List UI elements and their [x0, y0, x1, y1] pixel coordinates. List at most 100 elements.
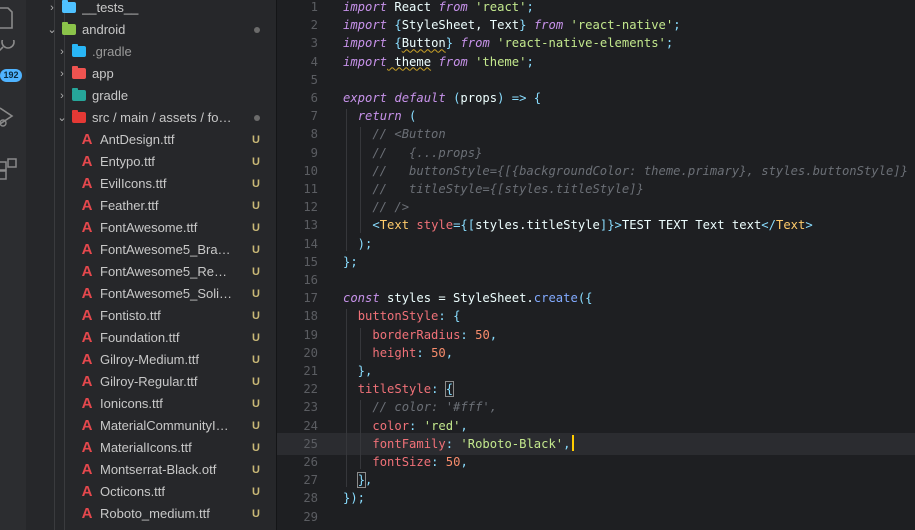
- code-token: // {...props}: [343, 145, 483, 160]
- files-icon[interactable]: [0, 6, 26, 32]
- code-token: ]}>: [599, 218, 622, 233]
- tree-folder[interactable]: ⌄ src / main / assets / fonts: [26, 107, 276, 129]
- font-file-icon: A: [81, 263, 93, 280]
- git-untracked-badge: U: [252, 310, 260, 322]
- tree-file[interactable]: A Gilroy-Regular.ttf U: [26, 371, 276, 393]
- code-token: {: [387, 18, 402, 33]
- code-editor[interactable]: 1 import React from 'react'; 2 import {Styl…: [277, 0, 915, 530]
- tree-file[interactable]: A Ionicons.ttf U: [26, 393, 276, 415]
- tree-folder[interactable]: › app: [26, 63, 276, 85]
- chevron-right-icon[interactable]: ›: [46, 0, 58, 19]
- tree-item-label: Fontisto.ttf: [100, 308, 161, 323]
- code-token: color: [372, 418, 410, 433]
- tree-file[interactable]: A EvilIcons.ttf U: [26, 173, 276, 195]
- source-control-icon[interactable]: 192: [0, 48, 26, 82]
- tree-file[interactable]: A Fontisto.ttf U: [26, 305, 276, 327]
- tree-file[interactable]: A Roboto_medium.ttf U: [26, 503, 276, 525]
- tree-folder[interactable]: › gradle: [26, 85, 276, 107]
- tree-file[interactable]: A FontAwesome5_Solid.ttf U: [26, 283, 276, 305]
- code-token: );: [343, 236, 373, 251]
- git-untracked-badge: U: [252, 266, 260, 278]
- git-untracked-badge: U: [252, 134, 260, 146]
- tree-item-label: Montserrat-Black.otf: [100, 462, 217, 477]
- code-token: import: [343, 36, 388, 51]
- folder-icon: [72, 66, 86, 79]
- tree-item-label: Gilroy-Medium.ttf: [100, 352, 199, 367]
- git-untracked-badge: U: [252, 354, 260, 366]
- code-token: styles = StyleSheet.: [379, 291, 534, 306]
- tree-file[interactable]: A Feather.ttf U: [26, 195, 276, 217]
- tree-item-label: .gradle: [92, 44, 132, 59]
- code-token: height: [372, 345, 417, 360]
- line-number: 29: [303, 509, 318, 524]
- indent-guide: [346, 309, 347, 488]
- tree-file[interactable]: A MaterialIcons.ttf U: [26, 437, 276, 459]
- tree-file[interactable]: A Montserrat-Black.otf U: [26, 459, 276, 481]
- code-token: borderRadius: [372, 327, 461, 342]
- code-token: };: [343, 254, 358, 269]
- code-token: from: [438, 0, 468, 14]
- code-token: // <Button: [343, 127, 446, 142]
- tree-file[interactable]: A AntDesign.ttf U: [26, 129, 276, 151]
- chevron-down-icon[interactable]: ⌄: [46, 19, 58, 41]
- modified-dot-icon: [254, 115, 260, 121]
- code-token: import: [343, 18, 388, 33]
- chevron-right-icon[interactable]: ›: [56, 63, 68, 85]
- code-line[interactable]: 29: [277, 506, 915, 528]
- code-token: StyleSheet, Text: [401, 18, 520, 33]
- code-token: export default: [343, 91, 446, 105]
- code-token: });: [343, 491, 366, 506]
- tree-item-label: MaterialIcons.ttf: [100, 440, 192, 455]
- chevron-right-icon[interactable]: ›: [56, 85, 68, 107]
- code-token: },: [343, 364, 373, 378]
- tree-file[interactable]: A Gilroy-Medium.ttf U: [26, 349, 276, 371]
- chevron-down-icon[interactable]: ⌄: [56, 107, 68, 129]
- code-token: 50: [445, 455, 461, 469]
- code-token: }: [445, 36, 461, 51]
- run-debug-icon[interactable]: [0, 106, 26, 132]
- git-untracked-badge: U: [252, 376, 260, 388]
- code-token: // />: [343, 200, 410, 215]
- tree-file[interactable]: A Foundation.ttf U: [26, 327, 276, 349]
- code-token: :: [445, 436, 461, 451]
- code-token: ,: [460, 455, 468, 469]
- font-file-icon: A: [81, 351, 93, 368]
- code-token: ;: [673, 18, 681, 33]
- tree-item-label: Gilroy-Regular.ttf: [100, 374, 198, 389]
- indent-guide: [346, 109, 347, 251]
- code-token: import: [343, 54, 388, 69]
- chevron-right-icon[interactable]: ›: [56, 41, 68, 63]
- code-token: ={[: [453, 218, 476, 233]
- tree-folder[interactable]: › .gradle: [26, 41, 276, 63]
- code-token: 'red': [423, 418, 461, 433]
- tree-file[interactable]: A Entypo.ttf U: [26, 151, 276, 173]
- code-token: >: [805, 218, 813, 233]
- code-token: ;: [526, 54, 534, 69]
- code-token: 'theme': [467, 54, 527, 69]
- code-token: : {: [438, 309, 461, 324]
- tree-file[interactable]: A FontAwesome.ttf U: [26, 217, 276, 239]
- tree-folder[interactable]: ⌄ android: [26, 19, 276, 41]
- font-file-icon: A: [81, 483, 93, 500]
- code-token: from: [533, 18, 564, 33]
- tree-folder[interactable]: › __tests__: [26, 0, 276, 19]
- activity-bar: 192: [0, 0, 26, 530]
- font-file-icon: A: [81, 461, 93, 478]
- font-file-icon: A: [81, 329, 93, 346]
- code-token: fontSize: [372, 455, 432, 469]
- code-token: :: [416, 345, 432, 360]
- tree-file[interactable]: A FontAwesome5_Brands... U: [26, 239, 276, 261]
- code-token: 'Roboto-Black': [460, 436, 564, 451]
- code-token: ,: [365, 473, 373, 488]
- code-token: titleStyle: [357, 382, 432, 397]
- code-token: }: [356, 472, 367, 489]
- tree-file[interactable]: A MaterialCommunityIcon... U: [26, 415, 276, 437]
- tree-item-label: FontAwesome5_Solid.ttf: [100, 286, 234, 301]
- git-untracked-badge: U: [252, 156, 260, 168]
- tree-file[interactable]: A FontAwesome5_Regula... U: [26, 261, 276, 283]
- extensions-icon[interactable]: [0, 156, 26, 182]
- tree-file[interactable]: A Octicons.ttf U: [26, 481, 276, 503]
